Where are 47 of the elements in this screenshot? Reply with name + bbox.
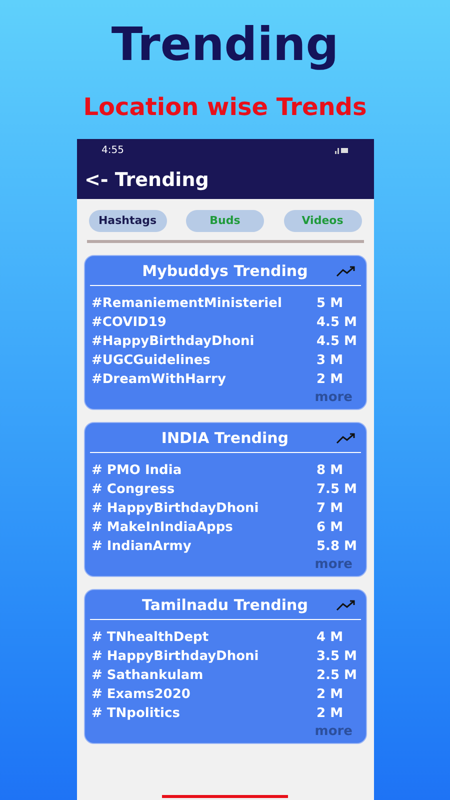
trend-icon — [336, 432, 356, 444]
tweet-count: 7.5 M — [316, 480, 358, 499]
hashtag-link[interactable]: # PMO India — [92, 460, 316, 480]
card-title: Tamilnadu Trending — [142, 594, 308, 616]
hashtag-link[interactable]: # TNpolitics — [92, 704, 316, 724]
tweet-count: 3.5 M — [316, 648, 358, 666]
tab[interactable]: Videos — [284, 210, 362, 232]
tweet-count: 4.5 M — [316, 314, 358, 332]
tweet-count: 2 M — [316, 370, 344, 389]
hashtag-link[interactable]: #RemaniementMinisteriel — [92, 294, 316, 314]
tweet-count: 5.8 M — [316, 538, 358, 556]
hashtag-link[interactable]: # HappyBirthdayDhoni — [92, 646, 316, 666]
tweet-count: 3 M — [316, 352, 344, 370]
signal-battery-icon — [334, 146, 348, 154]
tweet-count: 5 M — [316, 294, 344, 313]
tweet-count: 2 M — [316, 686, 344, 704]
hashtag-link[interactable]: # Congress — [92, 480, 316, 500]
more-link[interactable]: more — [314, 555, 352, 575]
tweet-count: 2.5 M — [316, 666, 358, 685]
screen-title[interactable]: <- Trending — [84, 166, 209, 194]
status-time: 4:55 — [102, 144, 124, 158]
more-link[interactable]: more — [314, 722, 352, 742]
tab[interactable]: Hashtags — [88, 210, 166, 232]
hashtag-link[interactable]: # Sathankulam — [92, 666, 316, 686]
more-link[interactable]: more — [314, 388, 352, 408]
hashtag-link[interactable]: # HappyBirthdayDhoni — [92, 498, 316, 518]
hashtag-link[interactable]: # MakeInIndiaApps — [92, 518, 316, 538]
card-title: INDIA Trending — [161, 428, 289, 449]
tweet-count: 4 M — [316, 628, 344, 647]
trend-icon — [336, 265, 356, 277]
card-title: Mybuddys Trending — [142, 260, 308, 282]
subtitle: Location wise Trends — [83, 92, 367, 122]
hashtag-link[interactable]: #DreamWithHarry — [92, 370, 316, 390]
hashtag-link[interactable]: # IndianArmy — [92, 536, 316, 556]
hashtag-link[interactable]: # Exams2020 — [92, 684, 316, 704]
tab[interactable]: Buds — [186, 210, 264, 232]
tweet-count: 7 M — [316, 500, 344, 518]
tweet-count: 2 M — [316, 704, 344, 723]
trend-icon — [336, 599, 356, 611]
hashtag-link[interactable]: #UGCGuidelines — [92, 350, 316, 370]
tweet-count: 6 M — [316, 518, 344, 537]
tweet-count: 4.5 M — [316, 332, 358, 351]
hashtag-link[interactable]: # TNhealthDept — [92, 628, 316, 648]
hashtag-link[interactable]: #COVID19 — [92, 312, 316, 332]
tweet-count: 8 M — [316, 462, 344, 480]
hashtag-link[interactable]: #HappyBirthdayDhoni — [92, 332, 316, 352]
headline: Trending — [111, 16, 339, 73]
